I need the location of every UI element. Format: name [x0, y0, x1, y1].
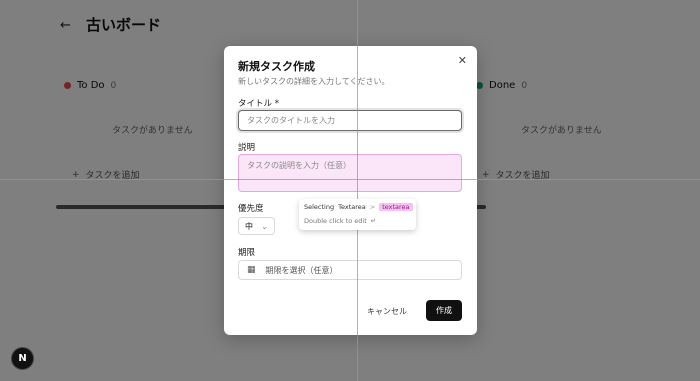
- priority-value: 中: [245, 221, 253, 231]
- dialog-title: 新規タスク作成: [238, 60, 315, 73]
- tooltip-tag: textarea: [379, 203, 413, 211]
- selection-tooltip: Selecting Textarea > textarea Double cli…: [299, 199, 416, 230]
- chevron-down-icon: ⌄: [261, 221, 268, 231]
- tooltip-arrow-icon: >: [369, 203, 376, 211]
- description-textarea[interactable]: タスクの説明を入力（任意）: [238, 154, 462, 192]
- calendar-icon: ▦: [247, 265, 256, 275]
- create-button[interactable]: 作成: [426, 300, 462, 321]
- close-icon[interactable]: ✕: [458, 54, 467, 67]
- description-placeholder: タスクの説明を入力（任意）: [247, 161, 351, 170]
- title-placeholder: タスクのタイトルを入力: [247, 116, 335, 125]
- guide-line-vertical: [357, 0, 358, 381]
- cancel-button[interactable]: キャンセル: [362, 302, 412, 320]
- priority-select[interactable]: 中 ⌄: [238, 217, 275, 235]
- enter-icon: ↵: [370, 217, 377, 225]
- tooltip-selecting: Selecting: [304, 203, 335, 211]
- priority-label: 優先度: [238, 204, 264, 214]
- tooltip-element: Textarea: [338, 203, 366, 211]
- tooltip-hint: Double click to edit: [304, 217, 367, 225]
- due-date-placeholder: 期限を選択（任意）: [265, 265, 338, 275]
- description-label: 説明: [238, 143, 256, 153]
- new-task-dialog: 新規タスク作成 新しいタスクの詳細を入力してください。 ✕ タイトル * タスク…: [224, 46, 477, 335]
- guide-line-horizontal: [0, 179, 700, 180]
- dialog-description: 新しいタスクの詳細を入力してください。: [238, 77, 390, 86]
- title-label: タイトル *: [238, 99, 279, 109]
- title-input[interactable]: タスクのタイトルを入力: [238, 110, 462, 131]
- due-date-label: 期限: [238, 248, 256, 258]
- nextjs-badge-icon[interactable]: N: [11, 347, 34, 370]
- due-date-picker[interactable]: ▦ 期限を選択（任意）: [238, 260, 462, 280]
